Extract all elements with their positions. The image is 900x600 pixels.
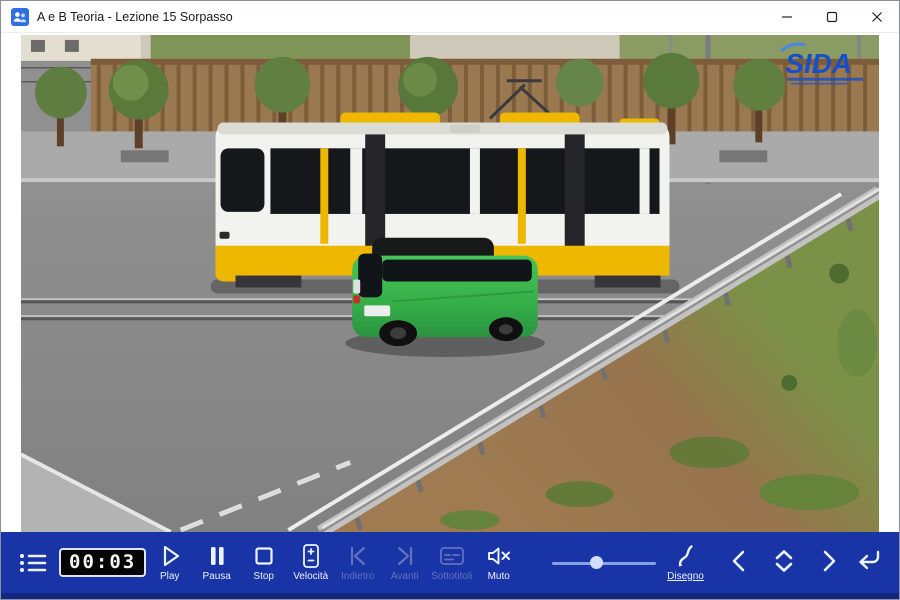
title-bar: A e B Teoria - Lezione 15 Sorpasso xyxy=(1,1,899,33)
video-stage: SIDA xyxy=(1,33,899,532)
volume-slider[interactable] xyxy=(552,553,656,573)
close-icon xyxy=(871,11,883,23)
nav-left-button[interactable] xyxy=(727,548,751,577)
speed-button[interactable]: Velocità xyxy=(287,543,334,582)
speed-icon xyxy=(298,543,324,569)
timer-display: 00:03 xyxy=(59,548,146,577)
pen-icon xyxy=(673,543,699,569)
maximize-button[interactable] xyxy=(809,1,854,32)
skip-forward-button: Avanti xyxy=(381,543,428,582)
mute-button[interactable]: Muto xyxy=(475,543,522,582)
stop-button[interactable]: Stop xyxy=(240,543,287,582)
logo-text: SIDA xyxy=(785,48,852,79)
background-buildings xyxy=(21,35,879,61)
nav-right-button[interactable] xyxy=(817,548,841,577)
video-canvas: SIDA xyxy=(21,35,879,532)
minimize-button[interactable] xyxy=(764,1,809,32)
minimize-icon xyxy=(781,11,793,23)
chevrons-updown-icon xyxy=(771,562,797,577)
skip-back-icon xyxy=(345,543,371,569)
lesson-scene: SIDA xyxy=(21,35,879,532)
skip-forward-icon xyxy=(392,543,418,569)
mute-icon xyxy=(486,543,512,569)
chevron-right-icon xyxy=(817,562,841,577)
return-icon xyxy=(853,562,883,577)
chevron-left-icon xyxy=(727,562,751,577)
draw-button[interactable]: Disegno xyxy=(662,543,709,582)
maximize-icon xyxy=(826,11,838,23)
chapters-button[interactable] xyxy=(15,550,51,576)
play-icon xyxy=(157,543,183,569)
stop-icon xyxy=(251,543,277,569)
subtitles-button: Sottotitoli xyxy=(428,543,475,582)
chapters-icon xyxy=(18,550,48,576)
suv xyxy=(345,238,545,357)
player-toolbar: 00:03 Play Pausa Stop xyxy=(1,532,899,593)
sida-logo: SIDA xyxy=(781,44,863,85)
app-window: A e B Teoria - Lezione 15 Sorpasso xyxy=(0,0,900,600)
app-icon xyxy=(11,8,29,26)
window-title: A e B Teoria - Lezione 15 Sorpasso xyxy=(37,10,233,24)
logo-subtext xyxy=(787,78,863,81)
subtitles-icon xyxy=(439,543,465,569)
close-button[interactable] xyxy=(854,1,899,32)
play-button[interactable]: Play xyxy=(146,543,193,582)
exit-button[interactable] xyxy=(853,548,883,577)
slider-track xyxy=(552,562,656,565)
skip-back-button: Indietro xyxy=(334,543,381,582)
window-controls xyxy=(764,1,899,32)
nav-updown-button[interactable] xyxy=(771,548,797,577)
pause-icon xyxy=(204,543,230,569)
window-bottom-strip xyxy=(1,593,899,599)
pause-button[interactable]: Pausa xyxy=(193,543,240,582)
nav-group xyxy=(727,548,841,577)
slider-thumb[interactable] xyxy=(590,556,603,569)
